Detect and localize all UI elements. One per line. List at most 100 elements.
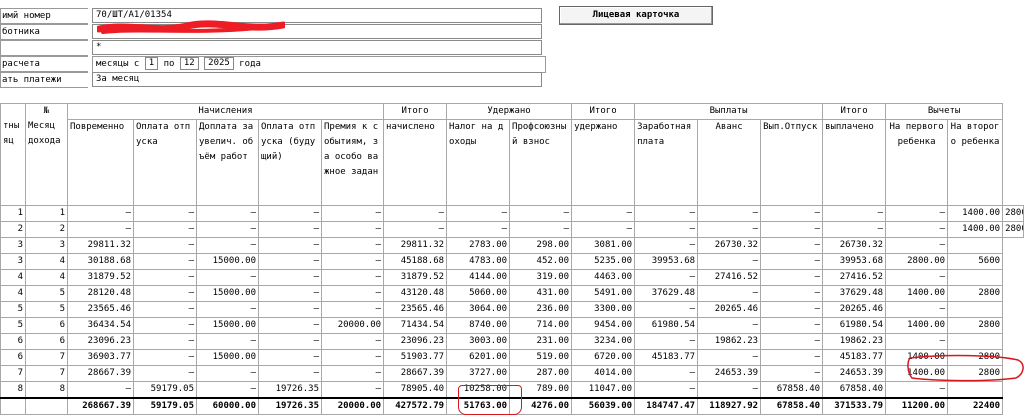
cell: 3 <box>0 253 26 270</box>
table-row[interactable]: 5 6 36434.54–15000.00–20000.00 71434.54 8740… <box>0 317 1024 334</box>
cell: 5 <box>25 285 68 302</box>
table-row[interactable]: 3 3 29811.32– – – –29811.32 2783.00 298.00 3081.… <box>0 237 1024 254</box>
cell: – <box>760 301 824 318</box>
table-body: 11––––––––––––––1400.00280022–––––––––––… <box>0 205 1024 415</box>
cell: – <box>697 349 762 366</box>
cell: 71434.54 <box>383 317 448 334</box>
cell: 6720.00 <box>571 349 636 366</box>
period-from-input[interactable]: 1 <box>144 57 159 70</box>
cell: 3064.00 <box>446 301 511 318</box>
cell: – <box>697 205 762 222</box>
cell: 2783.00 <box>446 237 511 254</box>
cell: – <box>196 237 259 254</box>
cell: 4 <box>25 269 68 286</box>
cell: – <box>258 317 322 334</box>
cell: 2 <box>0 221 26 238</box>
header-with-1: Профсоюзный взнос <box>509 119 573 206</box>
cell: – <box>760 333 824 350</box>
cell: 59179.05 <box>133 397 197 415</box>
table-row[interactable]: 4 4 31879.52– – – –31879.52 4144.00 319.00 4463.… <box>0 269 1024 286</box>
cell: – <box>133 269 197 286</box>
cell: 714.00 <box>509 317 573 334</box>
header-total-accrued-top: Итого <box>383 103 448 120</box>
cell: 37629.48 <box>634 285 699 302</box>
table-row[interactable]: 4 5 28120.48–15000.00– –43120.48 5060.00 431.… <box>0 285 1024 302</box>
year-input[interactable]: 2025 <box>204 57 234 70</box>
cell: 45183.77 <box>634 349 699 366</box>
cell: – <box>634 205 699 222</box>
header-accr-3: Оплата отпуска (будущий) <box>258 119 322 206</box>
table-row[interactable]: 22––––––––––––––1400.002800 <box>0 221 1024 238</box>
cell: 23565.46 <box>67 301 134 318</box>
cell: 19862.23 <box>697 333 762 350</box>
table-row[interactable]: 5 5 23565.46– – – –23565.46 3064.00 236.00 3300.… <box>0 301 1024 318</box>
cell: 7 <box>25 365 68 382</box>
cell: – <box>509 205 573 222</box>
personal-card-button[interactable]: Лицевая карточка <box>559 6 713 25</box>
cell: – <box>634 365 699 382</box>
table-row[interactable]: 3 4 30188.68–15000.00– –45188.68 4783.00 452.… <box>0 253 1024 270</box>
cell: – <box>446 221 511 238</box>
cell: 56039.00 <box>571 397 636 415</box>
cell: – <box>571 221 636 238</box>
payments-select[interactable]: За месяц <box>92 72 542 87</box>
header-pay-0: Заработная плата <box>634 119 699 206</box>
table-row[interactable]: 6 7 36903.77–15000.00– –51903.77 6201.00 519.… <box>0 349 1024 366</box>
cell: 2800 <box>947 317 1004 334</box>
cell: – <box>67 205 134 222</box>
cell: – <box>320 253 385 270</box>
cell: – <box>634 221 699 238</box>
cell: – <box>258 285 322 302</box>
cell: – <box>133 285 197 302</box>
cell: 3003.00 <box>446 333 511 350</box>
table-row[interactable]: 11––––––––––––––1400.002800 <box>0 205 1024 222</box>
cell: 19726.35 <box>258 397 322 415</box>
cell: – <box>760 205 824 222</box>
cell: – <box>320 301 385 318</box>
cell: – <box>133 333 197 350</box>
cell: 36903.77 <box>67 349 134 366</box>
header-total-paid: выплачено <box>822 119 887 206</box>
cell: 20265.46 <box>697 301 762 318</box>
cell: – <box>258 333 322 350</box>
cell: 3 <box>0 237 26 254</box>
cell: 7 <box>0 365 26 382</box>
cell: – <box>697 253 762 270</box>
cell: 3 <box>25 237 68 254</box>
cell: – <box>885 381 949 399</box>
cell: – <box>885 205 949 222</box>
cell: 431.00 <box>509 285 573 302</box>
cell: 236.00 <box>509 301 573 318</box>
cell: 67858.40 <box>822 381 887 399</box>
cell: 371533.79 <box>822 397 887 415</box>
header-ded-1: На второго ребенка <box>947 119 1004 206</box>
table-row[interactable]: 6 6 23096.23– – – –23096.23 3003.00 231.00 3234.… <box>0 333 1024 350</box>
cell: – <box>320 205 385 222</box>
cell: 9454.00 <box>571 317 636 334</box>
cell: 67858.40 <box>760 397 824 415</box>
cell <box>947 269 1004 286</box>
cell: – <box>760 221 824 238</box>
cell: 1400.00 <box>947 221 1004 238</box>
cell: – <box>67 221 134 238</box>
period-to-input[interactable]: 12 <box>179 57 199 70</box>
cell: 3081.00 <box>571 237 636 254</box>
cell: – <box>258 253 322 270</box>
cell: 19862.23 <box>822 333 887 350</box>
cell: – <box>697 317 762 334</box>
cell: 8740.00 <box>446 317 511 334</box>
cell: 67858.40 <box>760 381 824 399</box>
cell <box>947 381 1004 399</box>
extra-field[interactable]: * <box>92 40 542 55</box>
table-row[interactable]: 7 7 28667.39– – – –28667.39 3727.00 287.00 4014.… <box>0 365 1024 382</box>
cell <box>25 397 68 415</box>
cell: – <box>760 349 824 366</box>
cell: 29811.32 <box>383 237 448 254</box>
cell: 4463.00 <box>571 269 636 286</box>
cell: 287.00 <box>509 365 573 382</box>
header-month: № Месяц дохода <box>25 103 68 206</box>
header-accr-4: Премия к событиям, за особо важное задан <box>320 119 385 206</box>
calc-label: расчета <box>0 56 88 72</box>
cell: 15000.00 <box>196 349 259 366</box>
cell: – <box>697 381 762 399</box>
